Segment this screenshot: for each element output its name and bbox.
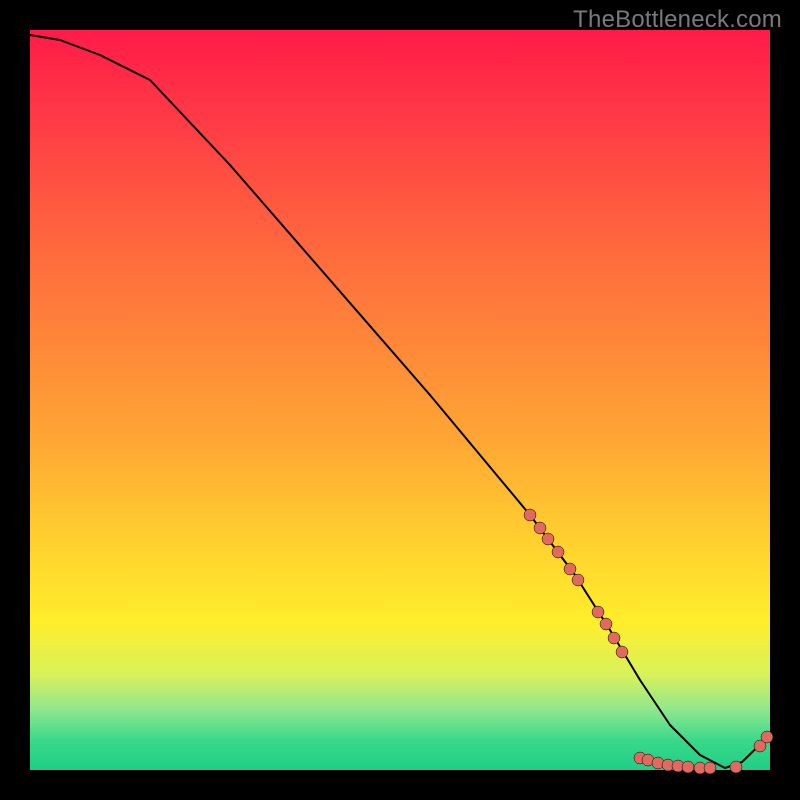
chart-svg	[30, 30, 770, 770]
data-point	[592, 606, 604, 618]
data-point	[761, 731, 773, 743]
curve-markers	[524, 509, 773, 774]
data-point	[682, 761, 694, 773]
data-point	[608, 632, 620, 644]
data-point	[552, 546, 564, 558]
data-point	[730, 761, 742, 773]
data-point	[524, 509, 536, 521]
data-point	[564, 563, 576, 575]
data-point	[600, 618, 612, 630]
data-point	[572, 574, 584, 586]
frame: TheBottleneck.com	[0, 0, 800, 800]
data-point	[616, 646, 628, 658]
data-point	[542, 533, 554, 545]
data-point	[704, 762, 716, 774]
data-point	[534, 522, 546, 534]
bottleneck-curve	[30, 35, 770, 768]
chart-plot-area	[30, 30, 770, 770]
